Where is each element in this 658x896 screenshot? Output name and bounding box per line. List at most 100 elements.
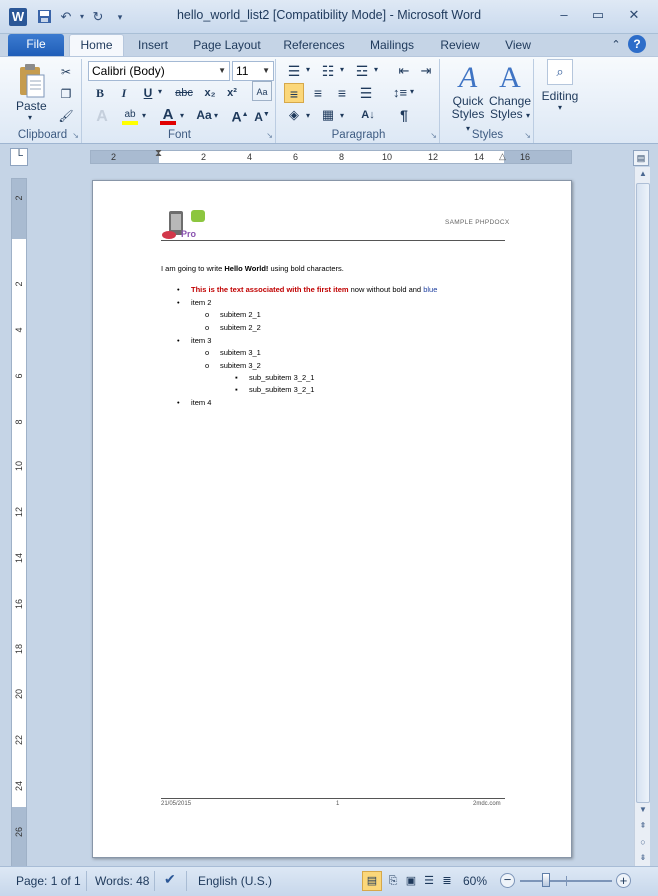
paste-dropdown-icon[interactable]: ▾ [28, 113, 32, 122]
superscript-icon[interactable]: x² [222, 83, 242, 103]
indent-marker-icon[interactable]: ⧗ [155, 148, 162, 159]
list-item[interactable]: subitem 3_1 [220, 348, 261, 357]
format-painter-icon[interactable]: 🖌 [56, 106, 76, 126]
tab-view[interactable]: View [500, 37, 536, 56]
styles-launcher-icon[interactable]: ↘ [524, 131, 531, 140]
highlight-icon[interactable]: ab [120, 105, 140, 125]
help-icon[interactable]: ? [628, 35, 646, 53]
right-indent-marker-icon[interactable]: △ [499, 151, 506, 162]
proofing-icon[interactable]: ✔ [164, 871, 176, 888]
select-browse-object-icon[interactable]: ○ [636, 835, 650, 849]
multilevel-dropdown-icon[interactable]: ▾ [374, 65, 378, 74]
web-layout-icon[interactable]: ▣ [402, 871, 420, 891]
list-item[interactable]: subitem 3_2 [220, 361, 261, 370]
zoom-level[interactable]: 60% [463, 874, 487, 888]
font-size-select[interactable]: 11 ▼ [232, 61, 274, 81]
list-item[interactable]: subitem 2_2 [220, 323, 261, 332]
minimize-icon[interactable]: – [550, 6, 578, 26]
shading-icon[interactable]: ◈ [284, 105, 304, 125]
outline-icon[interactable]: ☰ [420, 871, 438, 891]
tab-review[interactable]: Review [436, 37, 484, 56]
bullets-dropdown-icon[interactable]: ▾ [306, 65, 310, 74]
tab-references[interactable]: References [280, 37, 348, 56]
scroll-up-icon[interactable]: ▲ [636, 167, 650, 181]
next-page-icon[interactable]: ⇟ [636, 851, 650, 865]
maximize-icon[interactable]: ▭ [584, 6, 612, 26]
scroll-down-icon[interactable]: ▼ [636, 803, 650, 817]
list-item[interactable]: item 4 [191, 398, 211, 407]
tab-file[interactable]: File [8, 34, 64, 56]
quick-styles-button[interactable]: A Quick Styles ▾ [448, 61, 488, 133]
strikethrough-icon[interactable]: abc [172, 83, 196, 103]
clipboard-launcher-icon[interactable]: ↘ [72, 131, 79, 140]
tab-home[interactable]: Home [69, 34, 124, 57]
bold-icon[interactable]: B [90, 83, 110, 103]
paragraph-launcher-icon[interactable]: ↘ [430, 131, 437, 140]
previous-page-icon[interactable]: ⇞ [636, 819, 650, 833]
view-ruler-icon[interactable]: ▤ [633, 150, 649, 166]
document-page[interactable]: Pro SAMPLE PHPDOCX I am going to write H… [92, 180, 572, 858]
list-item[interactable]: sub_subitem 3_2_1 [249, 385, 314, 394]
editing-button[interactable]: ⌕ Editing ▾ [536, 59, 584, 125]
word-count[interactable]: Words: 48 [95, 874, 149, 888]
vertical-ruler[interactable]: 2 2 4 6 8 10 12 14 16 18 20 22 24 26 [11, 178, 27, 868]
zoom-slider-thumb[interactable] [541, 873, 550, 887]
list-item[interactable]: item 2 [191, 298, 211, 307]
font-name-select[interactable]: Calibri (Body) ▼ [88, 61, 230, 81]
line-spacing-dropdown-icon[interactable]: ▾ [410, 87, 414, 96]
cut-icon[interactable]: ✂ [56, 62, 76, 82]
bullets-icon[interactable]: ☰ [284, 61, 304, 81]
full-screen-reading-icon[interactable]: ⎘ [384, 871, 402, 891]
list-item[interactable]: subitem 2_1 [220, 310, 261, 319]
numbering-icon[interactable]: ☷ [318, 61, 338, 81]
underline-icon[interactable]: U [138, 83, 158, 103]
underline-dropdown-icon[interactable]: ▾ [158, 87, 162, 96]
align-left-icon[interactable]: ≡ [284, 83, 304, 103]
font-color-dropdown-icon[interactable]: ▾ [180, 111, 184, 120]
change-case-icon[interactable]: Aa [194, 105, 214, 125]
intro-paragraph[interactable]: I am going to write Hello World! using b… [161, 264, 344, 273]
tab-selector-icon[interactable]: └ [10, 148, 28, 166]
paste-button[interactable]: Paste [16, 99, 47, 113]
copy-icon[interactable]: ❐ [56, 84, 76, 104]
italic-icon[interactable]: I [114, 83, 134, 103]
zoom-out-icon[interactable]: − [500, 873, 515, 888]
clear-formatting-icon[interactable]: Aa [252, 81, 272, 101]
print-layout-icon[interactable]: ▤ [362, 871, 382, 891]
minimize-ribbon-icon[interactable]: ⌃ [606, 37, 626, 56]
increase-indent-icon[interactable]: ⇥ [416, 61, 436, 81]
vertical-scrollbar[interactable]: ▲ ▼ ⇞ ○ ⇟ [634, 167, 650, 867]
change-styles-button[interactable]: A Change Styles ▾ [488, 61, 532, 121]
line-spacing-icon[interactable]: ↕≡ [390, 83, 410, 103]
align-center-icon[interactable]: ≡ [308, 83, 328, 103]
draft-icon[interactable]: ≣ [438, 871, 456, 891]
highlight-dropdown-icon[interactable]: ▾ [142, 111, 146, 120]
align-right-icon[interactable]: ≡ [332, 83, 352, 103]
font-color-icon[interactable]: A [158, 105, 178, 125]
list-item[interactable]: item 3 [191, 336, 211, 345]
tab-mailings[interactable]: Mailings [364, 37, 420, 56]
shading-dropdown-icon[interactable]: ▾ [306, 111, 310, 120]
borders-dropdown-icon[interactable]: ▾ [340, 111, 344, 120]
borders-icon[interactable]: ▦ [318, 105, 338, 125]
scroll-thumb[interactable] [636, 183, 650, 803]
numbering-dropdown-icon[interactable]: ▾ [340, 65, 344, 74]
justify-icon[interactable]: ☰ [356, 83, 376, 103]
tab-insert[interactable]: Insert [132, 37, 174, 56]
decrease-indent-icon[interactable]: ⇤ [394, 61, 414, 81]
paste-icon[interactable] [18, 63, 46, 99]
shrink-font-icon[interactable]: A▼ [252, 105, 272, 125]
close-icon[interactable]: ✕ [616, 6, 652, 26]
change-case-dropdown-icon[interactable]: ▾ [214, 111, 218, 120]
page-count[interactable]: Page: 1 of 1 [16, 874, 81, 888]
multilevel-list-icon[interactable]: ☲ [352, 61, 372, 81]
list-item[interactable]: sub_subitem 3_2_1 [249, 373, 314, 382]
subscript-icon[interactable]: x₂ [200, 83, 220, 103]
zoom-in-icon[interactable]: + [616, 873, 631, 888]
font-launcher-icon[interactable]: ↘ [266, 131, 273, 140]
language[interactable]: English (U.S.) [198, 874, 272, 888]
tab-page-layout[interactable]: Page Layout [190, 37, 264, 56]
horizontal-ruler[interactable]: ⧗ △ 2 2 4 6 8 10 12 14 16 [90, 148, 572, 164]
grow-font-icon[interactable]: A▲ [230, 105, 250, 125]
list-item[interactable]: This is the text associated with the fir… [191, 285, 437, 294]
